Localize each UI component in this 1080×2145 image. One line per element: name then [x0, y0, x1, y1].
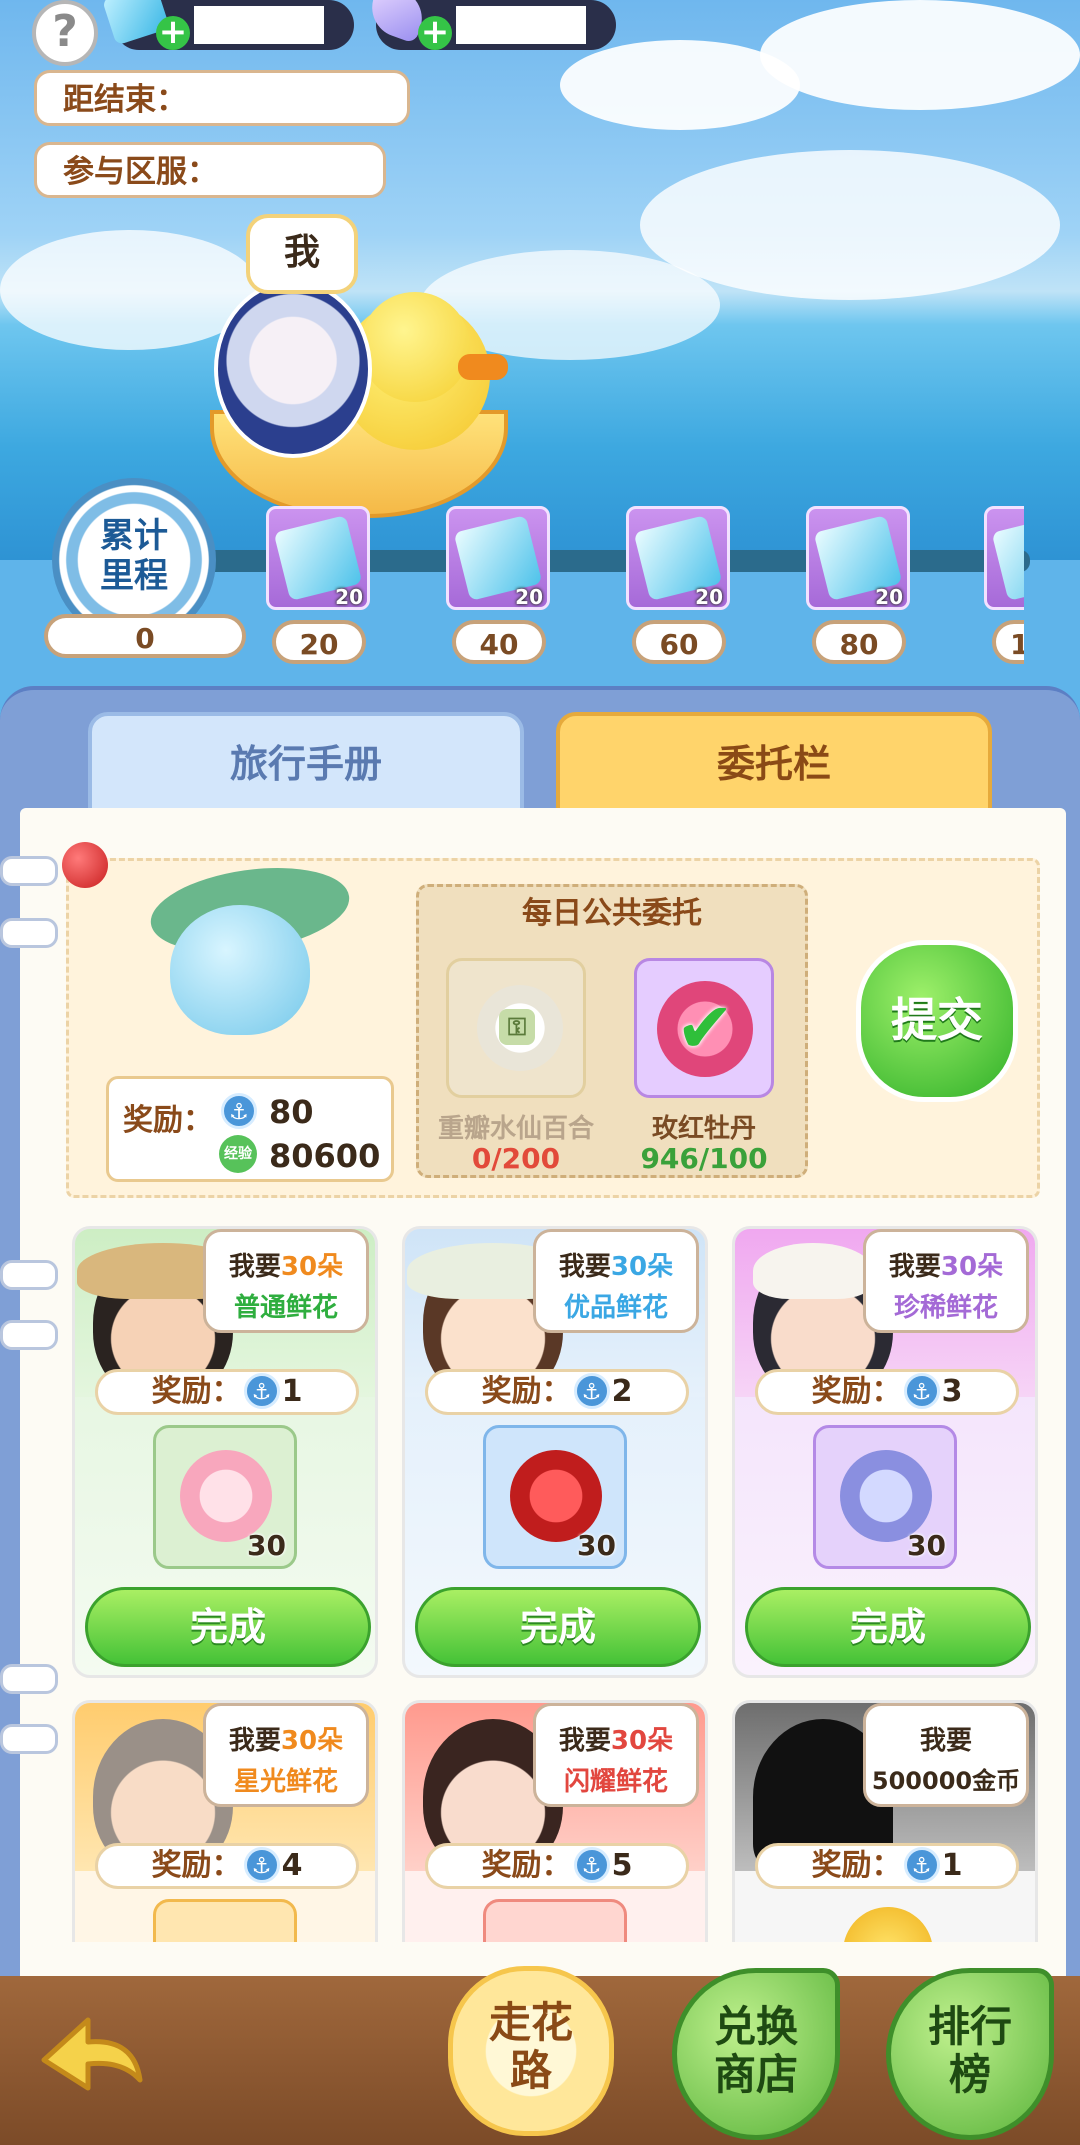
request-bubble: 我要30朵 星光鲜花 — [203, 1703, 369, 1807]
gem-amount — [456, 6, 586, 44]
commission-card-4: 我要30朵 星光鲜花 奖励： ⚓ 4 — [72, 1700, 378, 1942]
lily-name: 重瓣水仙百合 — [437, 1114, 594, 1144]
reward-pill: 奖励： ⚓ 4 — [95, 1843, 359, 1889]
exp-icon: 经验 — [219, 1135, 257, 1173]
anchor-icon: ⚓ — [243, 1372, 280, 1409]
beret-icon — [753, 1243, 873, 1299]
check-icon: ✔ — [675, 987, 735, 1069]
request-bubble: 我要30朵 优品鲜花 — [533, 1229, 699, 1333]
help-button[interactable]: ? — [32, 0, 98, 66]
commission-card-3: 我要30朵 珍稀鲜花 奖励： ⚓ 3 30 完成 — [732, 1226, 1038, 1678]
complete-button[interactable]: 完成 — [85, 1587, 371, 1667]
request-bubble: 我要 500000金币 — [863, 1703, 1029, 1807]
milestone-reward-5[interactable] — [984, 506, 1024, 610]
milestone-distance: 60 — [632, 620, 726, 664]
milestone-distance: 40 — [452, 620, 546, 664]
gem-currency[interactable]: + — [363, 0, 616, 50]
binder-ring — [0, 918, 58, 948]
daily-reward-box: 奖励： ⚓ 80 经验 80600 — [106, 1076, 394, 1182]
reward-pill: 奖励： ⚓ 5 — [425, 1843, 689, 1889]
back-arrow-icon — [41, 2017, 143, 2091]
add-icon[interactable]: + — [156, 15, 190, 50]
peony-name: 玫红牡丹 — [651, 1114, 756, 1144]
mileage-current: 0 — [44, 614, 246, 658]
ticket-amount — [194, 6, 324, 44]
reward-exp-value: 80600 — [269, 1137, 381, 1175]
reward-anchor-value: 80 — [269, 1093, 314, 1131]
reward-pill: 奖励： ⚓ 2 — [425, 1369, 689, 1415]
exchange-shop-button[interactable]: 兑换 商店 — [672, 1968, 840, 2140]
pin-icon — [62, 842, 108, 888]
binder-ring — [0, 1260, 58, 1290]
lily-slot[interactable]: ⚿ — [446, 958, 586, 1098]
lock-icon: ⚿ — [499, 1009, 535, 1045]
me-bubble: 我 — [246, 214, 358, 294]
player-avatar[interactable] — [214, 280, 372, 458]
daily-title: 每日公共委托 — [522, 896, 702, 931]
milestone-reward-2[interactable]: 20 — [446, 506, 550, 610]
anchor-icon: ⚓ — [573, 1846, 610, 1883]
item-slot: 30 — [483, 1425, 627, 1569]
milestone-reward-1[interactable]: 20 — [266, 506, 370, 610]
tab-travel-handbook[interactable]: 旅行手册 — [88, 712, 524, 812]
request-bubble: 我要30朵 珍稀鲜花 — [863, 1229, 1029, 1333]
reward-pill: 奖励： ⚓ 3 — [755, 1369, 1019, 1415]
ticket-currency[interactable]: + — [101, 0, 354, 50]
anchor-icon: ⚓ — [221, 1093, 257, 1129]
complete-button[interactable]: 完成 — [745, 1587, 1031, 1667]
mileage-title: 累计 里程 — [100, 516, 168, 596]
flower-road-button[interactable]: 走花路 — [448, 1966, 614, 2136]
tab-commission[interactable]: 委托栏 — [556, 712, 992, 812]
back-button[interactable] — [36, 2002, 156, 2112]
anchor-icon: ⚓ — [903, 1372, 940, 1409]
milestone-distance: 80 — [812, 620, 906, 664]
water-spirit-icon — [170, 905, 310, 1035]
anchor-icon: ⚓ — [573, 1372, 610, 1409]
duck-beak-icon — [458, 354, 508, 380]
request-bubble: 我要30朵 闪耀鲜花 — [533, 1703, 699, 1807]
anchor-icon: ⚓ — [243, 1846, 280, 1883]
milestone-reward-3[interactable]: 20 — [626, 506, 730, 610]
add-icon[interactable]: + — [418, 15, 452, 50]
lily-progress: 0/200 — [471, 1142, 561, 1175]
reward-label: 奖励： — [123, 1103, 213, 1138]
commission-card-5: 我要30朵 闪耀鲜花 奖励： ⚓ 5 — [402, 1700, 708, 1942]
gold-coin-icon — [843, 1907, 933, 1942]
milestone-distance-clip: 1 — [992, 620, 1024, 664]
commission-row-2: 我要30朵 星光鲜花 奖励： ⚓ 4 我要30朵 闪耀鲜花 奖励： ⚓ 5 我要 500… — [0, 1700, 1080, 1942]
duck-head-icon — [360, 292, 470, 402]
commission-card-6: 我要 500000金币 奖励： ⚓ 1 — [732, 1700, 1038, 1942]
binder-ring — [0, 1320, 58, 1350]
item-slot — [483, 1899, 627, 1942]
submit-button[interactable]: 提交 — [856, 940, 1018, 1102]
complete-button[interactable]: 完成 — [415, 1587, 701, 1667]
item-slot — [153, 1899, 297, 1942]
item-slot: 30 — [813, 1425, 957, 1569]
anchor-icon: ⚓ — [903, 1846, 940, 1883]
binder-ring — [0, 1664, 58, 1694]
commission-card-2: 我要30朵 优品鲜花 奖励： ⚓ 2 30 完成 — [402, 1226, 708, 1678]
ticket-icon — [991, 515, 1024, 601]
commission-card-1: 我要30朵 普通鲜花 奖励： ⚓ 1 30 完成 — [72, 1226, 378, 1678]
milestone-distance: 20 — [272, 620, 366, 664]
peony-progress: 946/100 — [640, 1142, 768, 1175]
leaderboard-button[interactable]: 排行榜 — [886, 1968, 1054, 2140]
server-box: 参与区服： — [34, 142, 386, 198]
server-label: 参与区服： — [63, 154, 218, 190]
binder-ring — [0, 856, 58, 886]
milestone-distance: 1 — [992, 620, 1024, 664]
reward-pill: 奖励： ⚓ 1 — [95, 1369, 359, 1415]
countdown-box: 距结束： — [34, 70, 410, 126]
peony-slot[interactable]: ✔ — [634, 958, 774, 1098]
reward-pill: 奖励： ⚓ 1 — [755, 1843, 1019, 1889]
milestone-reward-4[interactable]: 20 — [806, 506, 910, 610]
item-slot: 30 — [153, 1425, 297, 1569]
request-bubble: 我要30朵 普通鲜花 — [203, 1229, 369, 1333]
countdown-label: 距结束： — [63, 82, 187, 118]
